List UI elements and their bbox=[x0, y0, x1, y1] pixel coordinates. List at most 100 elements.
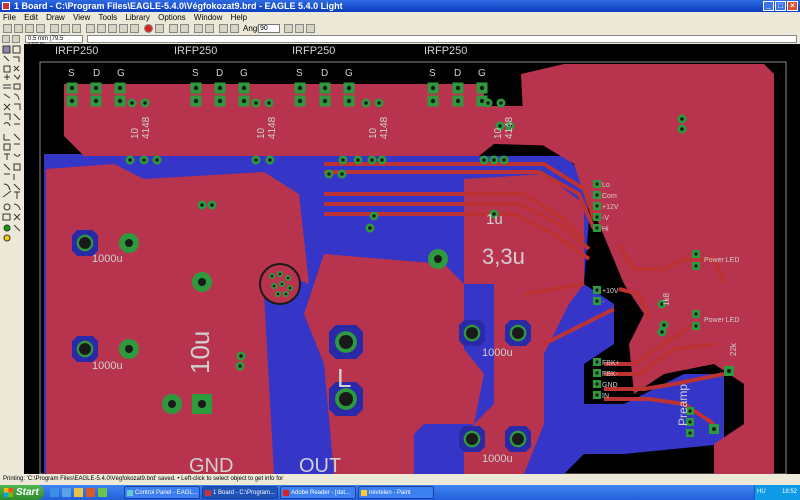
pad-drill bbox=[278, 272, 282, 276]
angle-select[interactable]: 90 bbox=[258, 24, 280, 33]
pin-label-d: D bbox=[454, 68, 461, 79]
task-paint[interactable]: névtelen - Paint bbox=[358, 486, 434, 499]
window-title: 1 Board - C:\Program Files\EAGLE-5.4.0\V… bbox=[14, 1, 343, 11]
pad-drill bbox=[267, 101, 271, 105]
minimize-button[interactable]: _ bbox=[763, 1, 774, 11]
menu-options[interactable]: Options bbox=[158, 13, 186, 22]
pad-drill bbox=[346, 85, 352, 91]
save-icon[interactable] bbox=[14, 24, 23, 33]
command-input[interactable] bbox=[87, 35, 797, 43]
pad-drill bbox=[130, 101, 134, 105]
print-icon[interactable] bbox=[25, 24, 34, 33]
close-button[interactable]: × bbox=[787, 1, 798, 11]
redo-icon[interactable] bbox=[180, 24, 189, 33]
pad-drill bbox=[272, 284, 276, 288]
menu-library[interactable]: Library bbox=[125, 13, 149, 22]
task-adobe-reader[interactable]: Adobe Reader - [dat... bbox=[280, 486, 356, 499]
open-icon[interactable] bbox=[3, 24, 12, 33]
pad-drill bbox=[595, 382, 599, 386]
text-ratio-icon[interactable] bbox=[295, 24, 304, 33]
pad-drill bbox=[502, 158, 506, 162]
zoom-in-icon[interactable] bbox=[97, 24, 106, 33]
pad-drill bbox=[254, 101, 258, 105]
undo-icon[interactable] bbox=[169, 24, 178, 33]
pad-drill bbox=[79, 343, 91, 355]
system-tray: HU 18:52 bbox=[754, 485, 800, 500]
pcb-drawing[interactable]: IRFP250 IRFP250 IRFP250 IRFP250 S D G S … bbox=[24, 44, 800, 474]
quicklaunch-icon[interactable] bbox=[98, 488, 107, 497]
pin-label-d: D bbox=[321, 68, 328, 79]
menu-window[interactable]: Window bbox=[194, 13, 222, 22]
zoom-out-icon[interactable] bbox=[108, 24, 117, 33]
task-label: 1 Board - C:\Program... bbox=[213, 490, 276, 496]
mirror-icon[interactable] bbox=[219, 24, 228, 33]
language-indicator[interactable]: HU bbox=[757, 485, 766, 500]
zoom-fit-icon[interactable] bbox=[86, 24, 95, 33]
pad-drill bbox=[380, 158, 384, 162]
board-switch-icon[interactable] bbox=[50, 24, 59, 33]
gnd-label: GND bbox=[189, 455, 233, 474]
board-canvas[interactable]: IRFP250 IRFP250 IRFP250 IRFP250 S D G S … bbox=[24, 44, 800, 474]
cam-icon[interactable] bbox=[36, 24, 45, 33]
pad-drill bbox=[430, 98, 436, 104]
menu-view[interactable]: View bbox=[73, 13, 90, 22]
maximize-button[interactable]: □ bbox=[775, 1, 786, 11]
connector-label: +12V bbox=[602, 204, 619, 211]
grid-icon[interactable] bbox=[2, 35, 10, 43]
run-icon[interactable] bbox=[72, 24, 81, 33]
pad-drill bbox=[479, 85, 485, 91]
font-icon[interactable] bbox=[306, 24, 315, 33]
windows-logo-icon bbox=[4, 488, 13, 497]
menu-bar: File Edit Draw View Tools Library Option… bbox=[0, 12, 800, 23]
pad-drill bbox=[356, 158, 360, 162]
menu-draw[interactable]: Draw bbox=[46, 13, 65, 22]
tool-icons[interactable] bbox=[0, 44, 24, 474]
media-icon[interactable] bbox=[86, 488, 95, 497]
pin-label-d: D bbox=[93, 68, 100, 79]
pad-drill bbox=[322, 85, 328, 91]
cap-1000u-label: 1000u bbox=[92, 360, 123, 372]
go-icon[interactable] bbox=[155, 24, 164, 33]
pad-drill bbox=[482, 158, 486, 162]
pad-drill bbox=[595, 182, 599, 186]
menu-edit[interactable]: Edit bbox=[24, 13, 38, 22]
task-icon bbox=[361, 490, 367, 496]
folder-icon[interactable] bbox=[74, 488, 83, 497]
task-label: Control Panel - EAGL... bbox=[135, 490, 198, 496]
desktop-icon[interactable] bbox=[62, 488, 71, 497]
status-bar: Printing: 'C:\Program Files\EAGLE-5.4.0\… bbox=[0, 474, 800, 485]
help-icon[interactable] bbox=[205, 24, 214, 33]
start-button[interactable]: Start bbox=[0, 485, 44, 500]
layer-select-icon[interactable] bbox=[12, 35, 20, 43]
pad-drill bbox=[79, 237, 91, 249]
pad-drill bbox=[455, 98, 461, 104]
pad-drill bbox=[727, 369, 731, 373]
rotate-icon[interactable] bbox=[230, 24, 239, 33]
script-icon[interactable] bbox=[61, 24, 70, 33]
task-control-panel[interactable]: Control Panel - EAGL... bbox=[124, 486, 200, 499]
pad-drill bbox=[595, 299, 599, 303]
task-eagle-board[interactable]: 1 Board - C:\Program... bbox=[202, 486, 278, 499]
pad-drill bbox=[270, 274, 274, 278]
menu-file[interactable]: File bbox=[3, 13, 16, 22]
pad-drill bbox=[280, 282, 284, 286]
pad-drill bbox=[694, 312, 698, 316]
connector-label: FBK+ bbox=[602, 360, 620, 367]
pad-drill bbox=[198, 400, 206, 408]
layer-icon[interactable] bbox=[194, 24, 203, 33]
ie-icon[interactable] bbox=[50, 488, 59, 497]
menu-tools[interactable]: Tools bbox=[99, 13, 118, 22]
pad-drill bbox=[117, 85, 123, 91]
stop-icon[interactable] bbox=[144, 24, 153, 33]
pin-label-s: S bbox=[296, 68, 303, 79]
pad-drill bbox=[239, 354, 243, 358]
menu-help[interactable]: Help bbox=[231, 13, 247, 22]
component-name: IRFP250 bbox=[424, 45, 467, 57]
text-size-icon[interactable] bbox=[284, 24, 293, 33]
pin-label-g: G bbox=[345, 68, 353, 79]
cap-1u-label: 1u bbox=[486, 211, 503, 228]
pad-drill bbox=[125, 239, 133, 247]
redraw-icon[interactable] bbox=[119, 24, 128, 33]
zoom-select-icon[interactable] bbox=[130, 24, 139, 33]
pad-drill bbox=[694, 324, 698, 328]
